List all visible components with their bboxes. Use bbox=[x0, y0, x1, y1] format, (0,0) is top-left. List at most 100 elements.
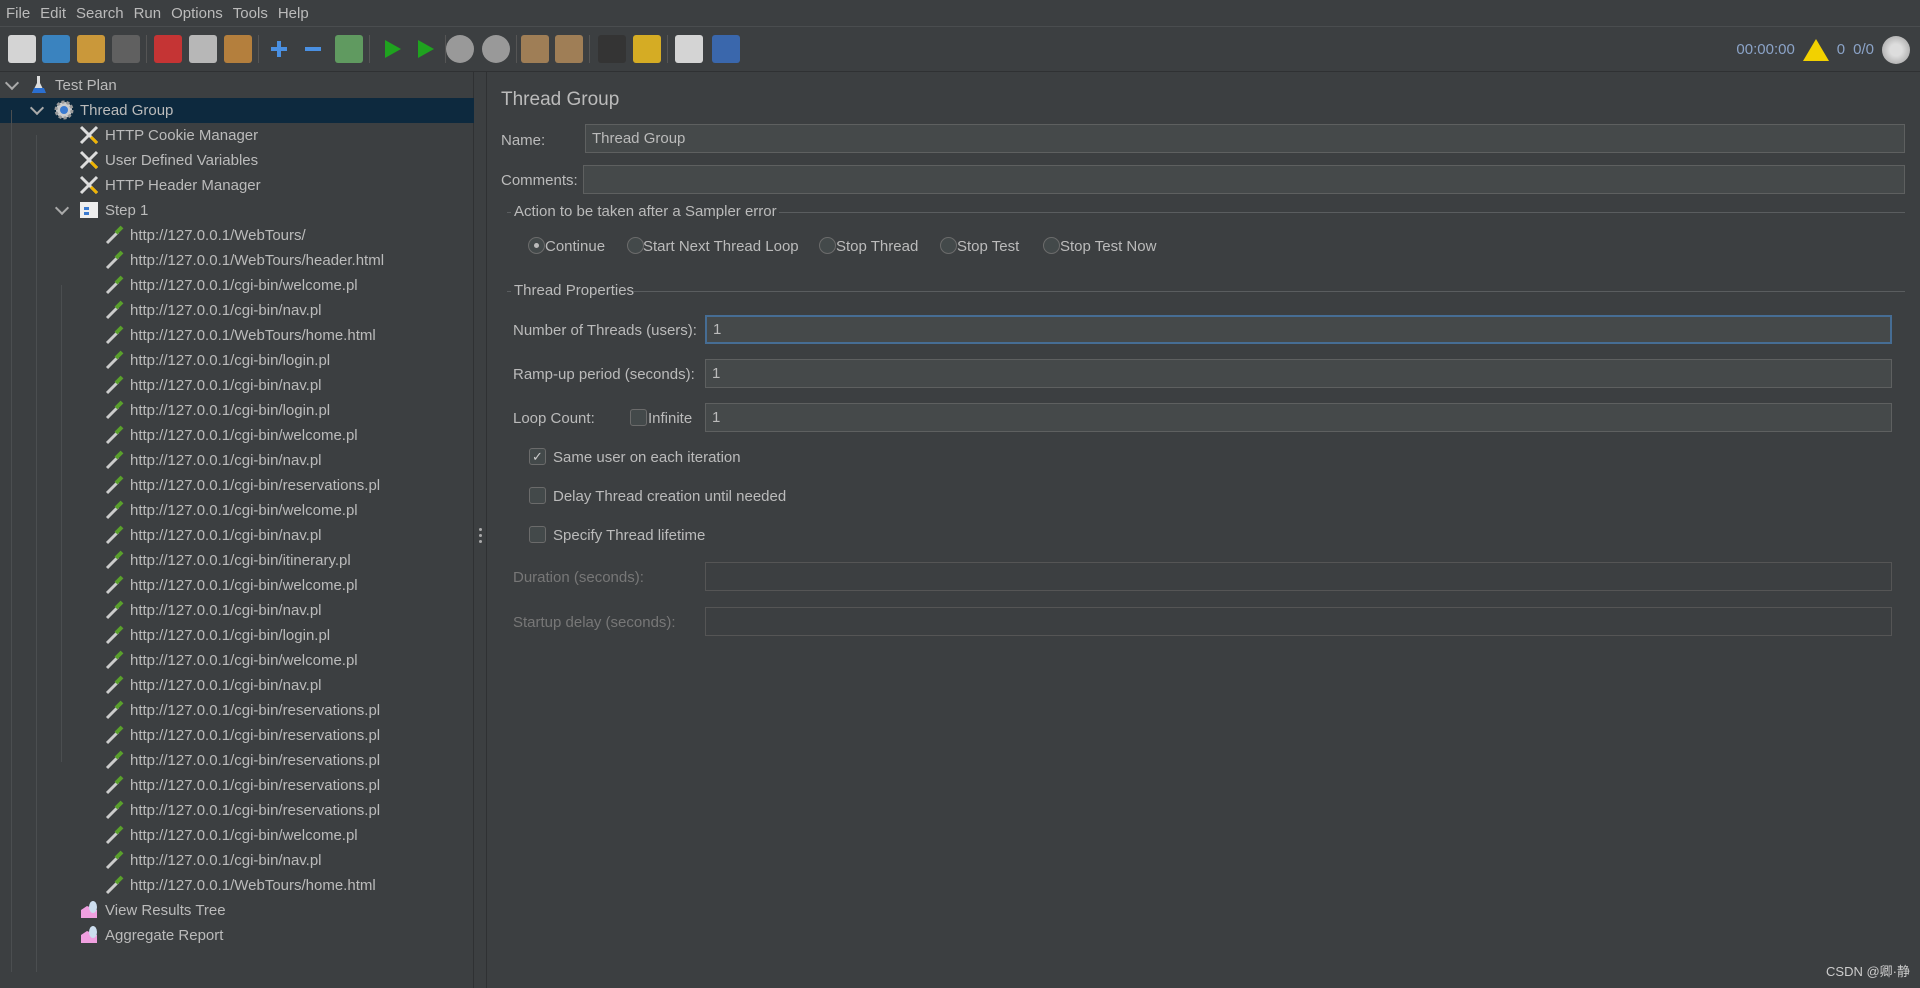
help-button[interactable] bbox=[712, 35, 740, 63]
radio-stop-test[interactable] bbox=[940, 237, 957, 254]
name-field[interactable]: Thread Group bbox=[585, 124, 1905, 153]
tree-node[interactable]: Thread Group bbox=[0, 98, 474, 123]
tree-node[interactable]: http://127.0.0.1/cgi-bin/welcome.pl bbox=[0, 648, 474, 673]
rampup-field[interactable]: 1 bbox=[705, 359, 1892, 388]
startup-delay-field[interactable] bbox=[705, 607, 1892, 636]
sampler-icon bbox=[104, 700, 124, 720]
radio-continue[interactable] bbox=[528, 237, 545, 254]
duration-field[interactable] bbox=[705, 562, 1892, 591]
tree-node[interactable]: http://127.0.0.1/cgi-bin/nav.pl bbox=[0, 298, 474, 323]
reset-search-button[interactable] bbox=[633, 35, 661, 63]
tree-node-label: http://127.0.0.1/cgi-bin/nav.pl bbox=[130, 377, 322, 394]
page-title: Thread Group bbox=[501, 89, 620, 110]
menu-run[interactable]: Run bbox=[134, 5, 162, 22]
clear-button[interactable] bbox=[521, 35, 549, 63]
clear-all-button[interactable] bbox=[555, 35, 583, 63]
tree-node[interactable]: http://127.0.0.1/cgi-bin/login.pl bbox=[0, 348, 474, 373]
tree-node[interactable]: Step 1 bbox=[0, 198, 474, 223]
warning-icon[interactable] bbox=[1802, 38, 1829, 61]
expand-button[interactable] bbox=[265, 35, 293, 63]
menu-file[interactable]: File bbox=[6, 5, 30, 22]
radio-start-next-thread-loop[interactable] bbox=[627, 237, 644, 254]
start-no-pauses-button[interactable] bbox=[411, 35, 439, 63]
thread-lifetime-checkbox[interactable] bbox=[529, 526, 546, 543]
tree-node[interactable]: http://127.0.0.1/cgi-bin/welcome.pl bbox=[0, 573, 474, 598]
tree-node[interactable]: http://127.0.0.1/WebTours/ bbox=[0, 223, 474, 248]
copy-button[interactable] bbox=[189, 35, 217, 63]
tree-node[interactable]: http://127.0.0.1/cgi-bin/login.pl bbox=[0, 398, 474, 423]
tree-node[interactable]: View Results Tree bbox=[0, 898, 474, 923]
menu-search[interactable]: Search bbox=[76, 5, 124, 22]
tree-node[interactable]: http://127.0.0.1/cgi-bin/reservations.pl bbox=[0, 473, 474, 498]
shutdown-button[interactable] bbox=[482, 35, 510, 63]
delay-thread-checkbox[interactable] bbox=[529, 487, 546, 504]
sampler-icon bbox=[104, 775, 124, 795]
sampler-icon bbox=[104, 400, 124, 420]
toolbar-separator bbox=[589, 35, 590, 63]
tree-node[interactable]: HTTP Header Manager bbox=[0, 173, 474, 198]
tree-node[interactable]: http://127.0.0.1/cgi-bin/nav.pl bbox=[0, 848, 474, 873]
tree-node-label: http://127.0.0.1/cgi-bin/reservations.pl bbox=[130, 727, 381, 744]
menu-tools[interactable]: Tools bbox=[233, 5, 268, 22]
split-pane-divider[interactable] bbox=[474, 72, 486, 988]
tree-node[interactable]: http://127.0.0.1/cgi-bin/nav.pl bbox=[0, 598, 474, 623]
tree-node[interactable]: http://127.0.0.1/cgi-bin/reservations.pl bbox=[0, 748, 474, 773]
tree-node[interactable]: Test Plan bbox=[0, 73, 474, 98]
tree-node[interactable]: http://127.0.0.1/WebTours/home.html bbox=[0, 323, 474, 348]
tree-node[interactable]: http://127.0.0.1/cgi-bin/nav.pl bbox=[0, 448, 474, 473]
stop-button[interactable] bbox=[446, 35, 474, 63]
sampler-icon bbox=[104, 675, 124, 695]
tree-node[interactable]: http://127.0.0.1/WebTours/header.html bbox=[0, 248, 474, 273]
sampler-icon bbox=[104, 250, 124, 270]
threads-field[interactable]: 1 bbox=[705, 315, 1892, 344]
tree-node[interactable]: http://127.0.0.1/cgi-bin/welcome.pl bbox=[0, 423, 474, 448]
tree-node[interactable]: User Defined Variables bbox=[0, 148, 474, 173]
menu-edit[interactable]: Edit bbox=[40, 5, 66, 22]
comments-field[interactable] bbox=[583, 165, 1905, 194]
tree-node[interactable]: Aggregate Report bbox=[0, 923, 474, 948]
paste-button[interactable] bbox=[224, 35, 252, 63]
tree-node[interactable]: http://127.0.0.1/cgi-bin/nav.pl bbox=[0, 373, 474, 398]
toggle-button[interactable] bbox=[335, 35, 363, 63]
tree-node[interactable]: http://127.0.0.1/cgi-bin/itinerary.pl bbox=[0, 548, 474, 573]
chevron-down-icon[interactable] bbox=[54, 200, 70, 216]
chevron-down-icon[interactable] bbox=[29, 100, 45, 116]
radio-stop-thread[interactable] bbox=[819, 237, 836, 254]
tree-node[interactable]: http://127.0.0.1/cgi-bin/welcome.pl bbox=[0, 823, 474, 848]
config-icon bbox=[79, 150, 99, 170]
loop-count-field[interactable]: 1 bbox=[705, 403, 1892, 432]
radio-label: Stop Test Now bbox=[1060, 238, 1157, 255]
toolbar-separator bbox=[369, 35, 370, 63]
same-user-checkbox[interactable]: ✓ bbox=[529, 448, 546, 465]
tree-node[interactable]: http://127.0.0.1/cgi-bin/login.pl bbox=[0, 623, 474, 648]
menu-options[interactable]: Options bbox=[171, 5, 223, 22]
templates-button[interactable] bbox=[42, 35, 70, 63]
tree-node[interactable]: http://127.0.0.1/cgi-bin/nav.pl bbox=[0, 673, 474, 698]
start-button[interactable] bbox=[378, 35, 406, 63]
watermark: CSDN @卿·静 bbox=[1826, 964, 1910, 979]
new-button[interactable] bbox=[8, 35, 36, 63]
radio-stop-test-now[interactable] bbox=[1043, 237, 1060, 254]
tree-node[interactable]: http://127.0.0.1/WebTours/home.html bbox=[0, 873, 474, 898]
infinite-checkbox[interactable] bbox=[630, 409, 647, 426]
thread-group-panel: Thread Group Name: Thread Group Comments… bbox=[486, 72, 1920, 988]
tree-node[interactable]: HTTP Cookie Manager bbox=[0, 123, 474, 148]
function-helper-button[interactable] bbox=[675, 35, 703, 63]
tree-node[interactable]: http://127.0.0.1/cgi-bin/reservations.pl bbox=[0, 773, 474, 798]
tree-node[interactable]: http://127.0.0.1/cgi-bin/reservations.pl bbox=[0, 798, 474, 823]
listener-icon bbox=[79, 925, 99, 945]
tree-node[interactable]: http://127.0.0.1/cgi-bin/reservations.pl bbox=[0, 698, 474, 723]
tree-node[interactable]: http://127.0.0.1/cgi-bin/welcome.pl bbox=[0, 273, 474, 298]
cut-button[interactable] bbox=[154, 35, 182, 63]
tree-node[interactable]: http://127.0.0.1/cgi-bin/welcome.pl bbox=[0, 498, 474, 523]
remote-globe-icon[interactable] bbox=[1882, 35, 1910, 64]
collapse-button[interactable] bbox=[299, 35, 327, 63]
search-button[interactable] bbox=[598, 35, 626, 63]
open-button[interactable] bbox=[77, 35, 105, 63]
menu-help[interactable]: Help bbox=[278, 5, 309, 22]
tree-node[interactable]: http://127.0.0.1/cgi-bin/reservations.pl bbox=[0, 723, 474, 748]
save-button[interactable] bbox=[112, 35, 140, 63]
sampler-icon bbox=[104, 375, 124, 395]
chevron-down-icon[interactable] bbox=[4, 75, 20, 91]
tree-node[interactable]: http://127.0.0.1/cgi-bin/nav.pl bbox=[0, 523, 474, 548]
